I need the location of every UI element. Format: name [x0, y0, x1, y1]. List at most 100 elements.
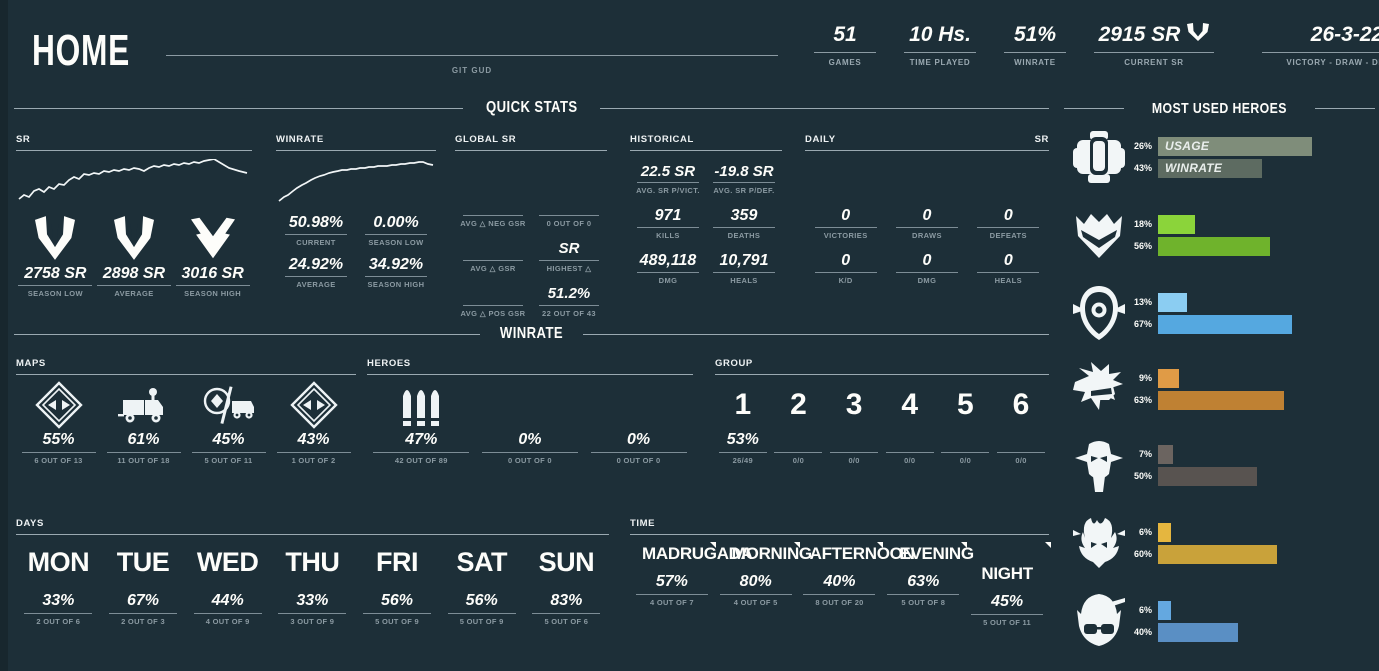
quick-stats-daily-column: DAILY SR 0 VICTORIES 0 DRAWS 0 DEFEATS 0…	[805, 134, 1049, 285]
daily-dmg: 0 DMG	[886, 252, 967, 285]
daily-sr-label: SR	[1034, 134, 1049, 145]
time-stat-evening: EVENING 63% 5 OUT OF 8	[881, 542, 974, 627]
hero-winrate-bar	[1158, 314, 1292, 334]
daily-heals: 0 HEALS	[968, 252, 1049, 285]
map-stat-assault-1: 55% 6 OUT OF 13	[16, 379, 101, 465]
hist-heals: 10,791 HEALS	[706, 252, 782, 285]
corner-tick-icon	[1044, 542, 1051, 548]
daily-draws: 0 DRAWS	[886, 207, 967, 240]
hero-winrate-bar	[1158, 236, 1270, 256]
hero-winrate-bar	[1158, 390, 1284, 410]
hero-winrate-percent: 40%	[1133, 627, 1152, 637]
daily-kd: 0 K/D	[805, 252, 886, 285]
group-winrate-group: GROUP 1 53% 26/49 2 0/0 3 0/0 4 0/0 5 0/…	[715, 358, 1049, 465]
hero-usage-bar	[1158, 600, 1171, 620]
hero-winrate-bar	[1158, 622, 1238, 642]
hist-avg-sr-defeat: -19.8 SR AVG. SR P/DEF.	[713, 163, 775, 195]
header-divider	[166, 55, 778, 56]
quick-stats-historical-column: HISTORICAL 22.5 SR AVG. SR P/VICT. -19.8…	[630, 134, 782, 285]
winrate-season-high: 34.92% SEASON HIGH	[356, 256, 436, 289]
hero-usage-percent: 13%	[1133, 297, 1152, 307]
hero-winrate-empty-1: 0% 0 OUT OF 0	[476, 379, 585, 465]
hero-usage-bar	[1158, 292, 1187, 312]
hero-usage-bar	[1158, 214, 1195, 234]
hero-winrate-bar: WINRATE	[1158, 158, 1262, 178]
global-count-0: 0 OUT OF 0	[531, 195, 607, 228]
hero-row[interactable]: 26% USAGE 43% WINRATE	[1068, 126, 1379, 188]
hero-winrate-empty-2: 0% 0 OUT OF 0	[584, 379, 693, 465]
day-stat-fri: FRI 56% 5 OUT OF 9	[355, 545, 440, 626]
hero-row[interactable]: 6% 60%	[1068, 512, 1379, 574]
winrate-average: 24.92% AVERAGE	[276, 256, 356, 289]
hero-usage-bar: USAGE	[1158, 136, 1312, 156]
corner-tick-icon	[961, 542, 968, 548]
quick-stats-winrate-column: WINRATE 50.98% CURRENT 0.00% SEASON LOW …	[276, 134, 436, 289]
hist-avg-sr-victory: 22.5 SR AVG. SR P/VICT.	[636, 163, 700, 195]
global-winrate-ratio: 51.2% 22 OUT OF 43	[531, 285, 607, 318]
winrate-line-chart	[276, 161, 436, 210]
role-damage-icon	[367, 379, 476, 431]
day-stat-mon: MON 33% 2 OUT OF 6	[16, 545, 101, 626]
zenyatta-icon	[1068, 282, 1130, 344]
sr-average: 2898 SR AVERAGE	[95, 216, 174, 298]
sr-season-high: 3016 SR SEASON HIGH	[173, 216, 252, 298]
quick-stats-section-title: QUICK STATS	[14, 99, 1050, 117]
assault-icon	[16, 379, 101, 431]
daily-defeats: 0 DEFEATS	[968, 207, 1049, 240]
maps-group: MAPS 55% 6 OUT OF 13 61% 11 OUT OF 18 45…	[16, 358, 356, 465]
day-stat-thu: THU 33% 3 OUT OF 9	[270, 545, 355, 626]
hero-row[interactable]: 9% 63%	[1068, 358, 1379, 420]
header-stat-record: 26-3-22 VICTORY - DRAW - DEFEAT	[1228, 22, 1379, 67]
hero-row[interactable]: 6% 40%	[1068, 590, 1379, 652]
sr-line-chart	[16, 158, 252, 210]
map-stat-assault-2: 43% 1 OUT OF 2	[271, 379, 356, 465]
hero-usage-bar	[1158, 444, 1173, 464]
header-stat-winrate: 51% WINRATE	[990, 22, 1080, 67]
winrate-season-low: 0.00% SEASON LOW	[356, 214, 436, 247]
hero-row[interactable]: 18% 56%	[1068, 204, 1379, 266]
junkrat-icon	[1068, 512, 1130, 574]
mccree-icon	[1068, 434, 1130, 496]
genji-icon	[1068, 204, 1130, 266]
day-stat-tue: TUE 67% 2 OUT OF 3	[101, 545, 186, 626]
hero-usage-bar	[1158, 522, 1171, 542]
hero-row[interactable]: 13% 67%	[1068, 282, 1379, 344]
hero-row[interactable]: 7% 50%	[1068, 434, 1379, 496]
header-stat-current-sr: 2915 SR CURRENT SR	[1080, 22, 1228, 67]
hist-kills: 971 KILLS	[630, 207, 706, 240]
global-avg-neg-gsr: AVG △ NEG GSR	[455, 195, 531, 228]
hero-winrate-percent: 43%	[1133, 163, 1152, 173]
hero-winrate-percent: 50%	[1133, 471, 1152, 481]
time-group: TIME MADRUGADA 57% 4 OUT OF 7 MORNING 80…	[630, 518, 1051, 627]
group-stat-5: 5 0/0	[938, 379, 994, 465]
quick-stats-global-sr-column: GLOBAL SR AVG △ NEG GSR 0 OUT OF 0 AVG △…	[455, 134, 607, 318]
hero-winrate-damage: 47% 42 OUT OF 89	[367, 379, 476, 465]
daily-victories: 0 VICTORIES	[805, 207, 886, 240]
group-stat-1: 1 53% 26/49	[715, 379, 771, 465]
winrate-section-title: WINRATE	[14, 325, 1049, 343]
group-stat-6: 6 0/0	[993, 379, 1049, 465]
sr-season-low: 2758 SR SEASON LOW	[16, 216, 95, 298]
hero-winrate-percent: 63%	[1133, 395, 1152, 405]
rank-wing-icon	[16, 216, 95, 265]
header-subtitle: GIT GUD	[451, 66, 493, 75]
hero-usage-percent: 6%	[1138, 605, 1152, 615]
page-header: HOME GIT GUD 51 GAMES 10 Hs. TIME PLAYED…	[0, 0, 1379, 96]
time-stat-madrugada: MADRUGADA 57% 4 OUT OF 7	[630, 542, 753, 627]
winrate-legend-label: WINRATE	[1165, 161, 1223, 175]
header-stat-time-played: 10 Hs. TIME PLAYED	[890, 22, 990, 67]
most-used-heroes-panel: MOST USED HEROES 26% USAGE 43% WINRATE 1…	[1060, 100, 1379, 671]
day-stat-sat: SAT 56% 5 OUT OF 9	[439, 545, 524, 626]
left-edge-strip	[0, 0, 8, 671]
header-stat-games: 51 GAMES	[800, 22, 890, 67]
rank-wing-icon	[1187, 22, 1210, 48]
winrate-current: 50.98% CURRENT	[276, 214, 356, 247]
global-highest-delta: SR HIGHEST △	[531, 240, 607, 273]
hero-usage-percent: 26%	[1133, 141, 1152, 151]
hero-usage-percent: 18%	[1133, 219, 1152, 229]
hero-winrate-bar	[1158, 544, 1277, 564]
hero-winrate-percent: 56%	[1133, 241, 1152, 251]
group-stat-4: 4 0/0	[882, 379, 938, 465]
header-stats: 51 GAMES 10 Hs. TIME PLAYED 51% WINRATE …	[800, 22, 1379, 67]
days-group: DAYS MON 33% 2 OUT OF 6 TUE 67% 2 OUT OF…	[16, 518, 609, 626]
